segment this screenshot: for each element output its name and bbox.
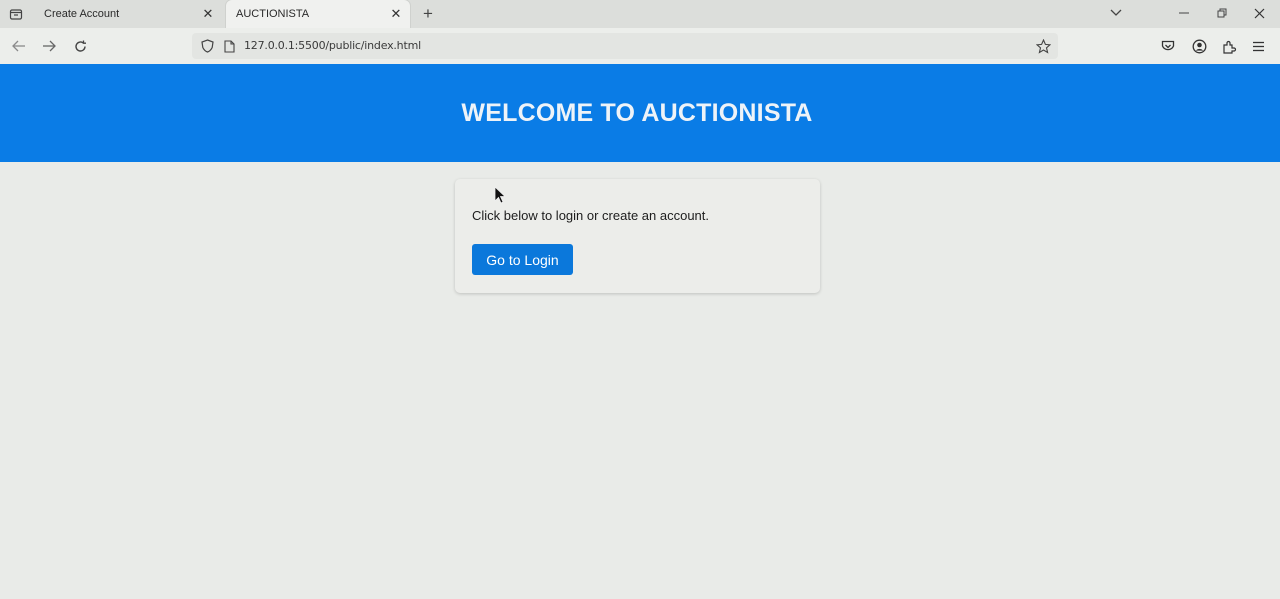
page-icon[interactable] [221,38,237,54]
extensions-icon[interactable] [1219,36,1239,56]
plus-icon[interactable]: + [418,4,438,24]
welcome-card: Click below to login or create an accoun… [455,179,820,293]
address-bar[interactable]: 127.0.0.1:5500/public/index.html [192,33,1058,59]
tab-create-account[interactable]: Create Account ✕ [34,0,222,28]
browser-nav-bar: 127.0.0.1:5500/public/index.html [0,28,1280,64]
tab-list-icon[interactable] [6,4,26,24]
restore-icon[interactable] [1210,2,1234,24]
back-arrow-icon[interactable] [8,36,30,56]
shield-icon[interactable] [199,38,215,54]
mouse-cursor-icon [494,186,507,204]
close-icon[interactable]: ✕ [198,4,218,24]
close-window-icon[interactable] [1247,2,1271,24]
page-header: WELCOME TO AUCTIONISTA [0,64,1280,162]
card-instruction-text: Click below to login or create an accoun… [472,208,710,223]
go-to-login-button[interactable]: Go to Login [472,244,573,275]
url-text: 127.0.0.1:5500/public/index.html [244,39,421,52]
minimize-icon[interactable] [1172,2,1196,24]
tab-title: Create Account [44,8,120,20]
forward-arrow-icon[interactable] [38,36,60,56]
browser-tab-bar: Create Account ✕ AUCTIONISTA ✕ + [0,0,1280,28]
close-icon[interactable]: ✕ [386,4,406,24]
reload-icon[interactable] [69,36,91,56]
menu-icon[interactable] [1248,36,1268,56]
pocket-icon[interactable] [1158,36,1178,56]
bookmark-star-icon[interactable] [1035,38,1051,54]
tab-title: AUCTIONISTA [236,8,310,20]
tab-auctionista[interactable]: AUCTIONISTA ✕ [226,0,410,28]
chevron-down-icon[interactable] [1104,2,1128,24]
account-icon[interactable] [1189,36,1209,56]
page-title: WELCOME TO AUCTIONISTA [461,98,813,127]
